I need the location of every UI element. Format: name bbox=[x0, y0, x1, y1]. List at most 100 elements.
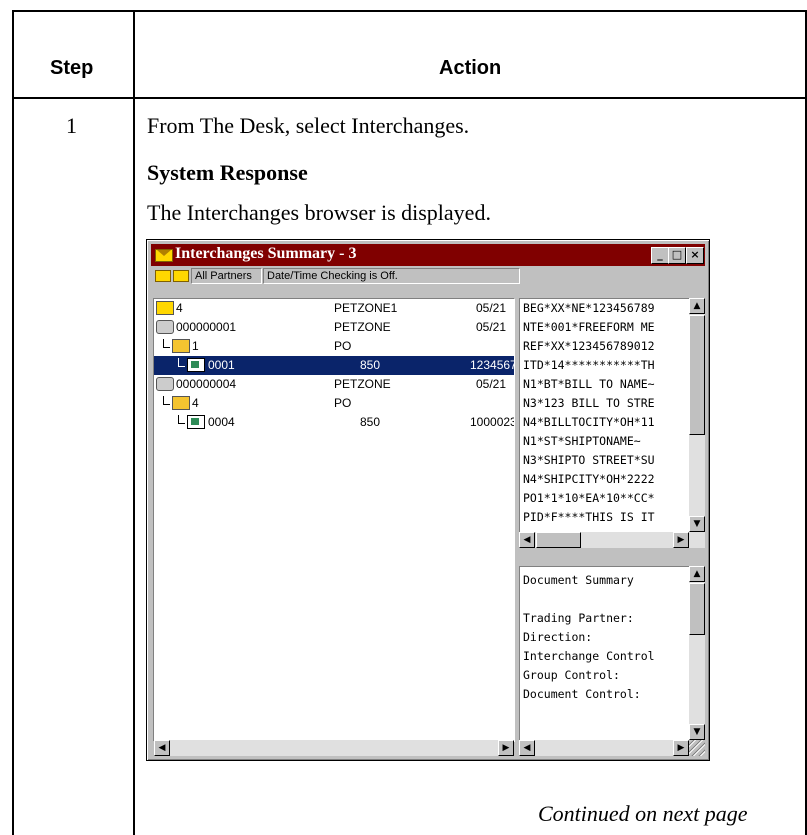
row-id: 1 bbox=[192, 339, 199, 353]
tree-row[interactable]: 4 PETZONE1 05/21 bbox=[154, 299, 514, 318]
close-button[interactable]: × bbox=[686, 247, 704, 264]
document-summary-pane[interactable]: Document Summary Trading Partner: Direct… bbox=[519, 566, 691, 742]
summary-line: Trading Partner: bbox=[523, 611, 634, 625]
step-number: 1 bbox=[66, 113, 77, 138]
folder-icon bbox=[172, 339, 190, 353]
edi-line: N1*ST*SHIPTONAME~ bbox=[523, 434, 641, 448]
summary-line: Direction: bbox=[523, 630, 593, 644]
tree-connector bbox=[163, 339, 170, 348]
scroll-left-button[interactable]: ◀ bbox=[519, 740, 535, 756]
row-id: 000000004 bbox=[176, 377, 237, 391]
edi-line: N4*SHIPCITY*OH*2222 bbox=[523, 472, 655, 486]
scroll-left-button[interactable]: ◀ bbox=[154, 740, 170, 756]
edi-line: PO1*1*10*EA*10**CC* bbox=[523, 491, 655, 505]
edi-segment-pane[interactable]: BEG*XX*NE*123456789 NTE*001*FREEFORM ME … bbox=[519, 298, 691, 534]
row-partner: PO bbox=[334, 339, 352, 353]
row-partner: 850 bbox=[360, 358, 381, 372]
window-toolbar: All Partners Date/Time Checking is Off. bbox=[151, 267, 705, 285]
scroll-thumb[interactable] bbox=[689, 315, 705, 435]
summary-horizontal-scrollbar[interactable]: ◀ ▶ bbox=[519, 740, 689, 756]
scroll-right-button[interactable]: ▶ bbox=[673, 740, 689, 756]
row-partner: PO bbox=[334, 396, 352, 410]
envelope-icon bbox=[156, 301, 174, 315]
window-title: Interchanges Summary - 3 bbox=[175, 245, 357, 262]
tree-connector bbox=[163, 396, 170, 405]
row-date: 1234567 bbox=[470, 358, 515, 372]
interchange-tree[interactable]: 4 PETZONE1 05/21 000000001 PETZONE 05/21… bbox=[153, 298, 515, 742]
tree-connector bbox=[178, 358, 185, 367]
resize-grip-icon[interactable] bbox=[689, 740, 705, 756]
tree-row[interactable]: 000000004 PETZONE 05/21 bbox=[154, 375, 514, 394]
scroll-left-button[interactable]: ◀ bbox=[519, 532, 535, 548]
edi-line: PID*F****THIS IS IT bbox=[523, 510, 655, 524]
edi-vertical-scrollbar[interactable]: ▲ ▼ bbox=[689, 298, 705, 532]
interchanges-summary-window: Interchanges Summary - 3 _ □ × All Partn… bbox=[146, 239, 710, 761]
summary-vertical-scrollbar[interactable]: ▲ ▼ bbox=[689, 566, 705, 740]
partners-filter[interactable]: All Partners bbox=[191, 268, 262, 284]
edi-line: ITD*14***********TH bbox=[523, 358, 655, 372]
row-id: 0001 bbox=[208, 358, 235, 372]
maximize-button[interactable]: □ bbox=[668, 247, 686, 264]
window-title-bar: Interchanges Summary - 3 _ □ × bbox=[151, 244, 705, 266]
edi-line: REF*XX*123456789012 bbox=[523, 339, 655, 353]
summary-line: Interchange Control bbox=[523, 649, 655, 663]
document-icon bbox=[187, 415, 205, 429]
row-date: 05/21 bbox=[476, 377, 507, 391]
instruction-text: From The Desk, select Interchanges. bbox=[147, 113, 470, 138]
tree-connector bbox=[178, 415, 185, 424]
action-column-header: Action bbox=[439, 57, 502, 79]
tree-row[interactable]: 000000001 PETZONE 05/21 bbox=[154, 318, 514, 337]
tree-row-selected[interactable]: 0001 850 1234567 bbox=[154, 356, 514, 375]
edi-line: N4*BILLTOCITY*OH*11 bbox=[523, 415, 655, 429]
edi-line: N3*SHIPTO STREET*SU bbox=[523, 453, 655, 467]
row-id: 4 bbox=[192, 396, 199, 410]
edi-line: N1*BT*BILL TO NAME~ bbox=[523, 377, 655, 391]
edi-line: NTE*001*FREEFORM ME bbox=[523, 320, 655, 334]
tree-row[interactable]: 0004 850 1000023 bbox=[154, 413, 514, 432]
step-column-header: Step bbox=[50, 57, 94, 79]
scroll-right-button[interactable]: ▶ bbox=[673, 532, 689, 548]
system-response-text: The Interchanges browser is displayed. bbox=[147, 200, 491, 225]
scroll-up-button[interactable]: ▲ bbox=[689, 298, 705, 314]
row-date: 1000023 bbox=[470, 415, 515, 429]
scroll-thumb[interactable] bbox=[689, 583, 705, 635]
row-date: 05/21 bbox=[476, 301, 507, 315]
edi-horizontal-scrollbar[interactable]: ◀ ▶ bbox=[519, 532, 705, 548]
envelope-icon bbox=[155, 249, 173, 262]
continued-note: Continued on next page bbox=[538, 801, 748, 826]
tree-horizontal-scrollbar[interactable]: ◀ ▶ bbox=[154, 740, 514, 756]
tree-row[interactable]: 4 PO bbox=[154, 394, 514, 413]
scroll-right-button[interactable]: ▶ bbox=[498, 740, 514, 756]
row-id: 0004 bbox=[208, 415, 235, 429]
datetime-status: Date/Time Checking is Off. bbox=[263, 268, 520, 284]
scroll-up-button[interactable]: ▲ bbox=[689, 566, 705, 582]
scroll-thumb[interactable] bbox=[536, 532, 581, 548]
scroll-down-button[interactable]: ▼ bbox=[689, 724, 705, 740]
system-response-heading: System Response bbox=[147, 160, 308, 185]
folder-icon bbox=[172, 396, 190, 410]
edi-line: N3*123 BILL TO STRE bbox=[523, 396, 655, 410]
edi-line: BEG*XX*NE*123456789 bbox=[523, 301, 655, 315]
minimize-button[interactable]: _ bbox=[651, 247, 669, 264]
scroll-down-button[interactable]: ▼ bbox=[689, 516, 705, 532]
document-icon bbox=[187, 358, 205, 372]
row-partner: 850 bbox=[360, 415, 381, 429]
table-header-divider bbox=[12, 97, 807, 99]
row-partner: PETZONE1 bbox=[334, 301, 398, 315]
interchange-icon bbox=[156, 377, 174, 391]
interchange-icon bbox=[156, 320, 174, 334]
row-date: 05/21 bbox=[476, 320, 507, 334]
row-partner: PETZONE bbox=[334, 377, 391, 391]
table-top-border bbox=[12, 10, 807, 12]
open-envelope-icon[interactable] bbox=[155, 270, 171, 282]
row-id: 4 bbox=[176, 301, 183, 315]
row-partner: PETZONE bbox=[334, 320, 391, 334]
summary-line: Document Summary bbox=[523, 573, 634, 587]
row-id: 000000001 bbox=[176, 320, 237, 334]
summary-line: Document Control: bbox=[523, 687, 641, 701]
closed-envelope-icon[interactable] bbox=[173, 270, 189, 282]
table-column-divider bbox=[133, 10, 135, 835]
table-left-border bbox=[12, 10, 14, 835]
tree-row[interactable]: 1 PO bbox=[154, 337, 514, 356]
summary-line: Group Control: bbox=[523, 668, 620, 682]
